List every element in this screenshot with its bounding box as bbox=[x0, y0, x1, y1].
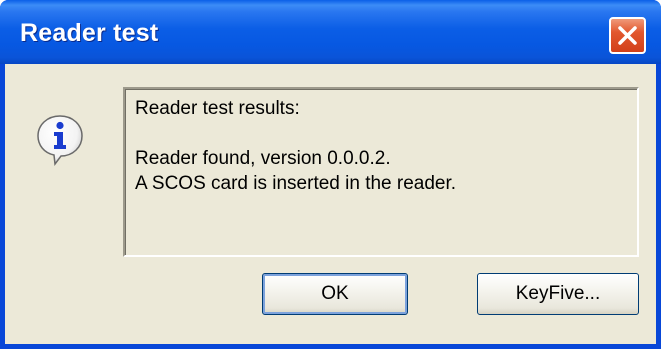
title-bar[interactable]: Reader test bbox=[0, 0, 661, 64]
dialog-body: Reader test results: Reader found, versi… bbox=[5, 64, 656, 344]
info-icon bbox=[37, 115, 83, 166]
close-icon bbox=[618, 26, 637, 45]
keyfive-button[interactable]: KeyFive... bbox=[477, 273, 639, 315]
close-button[interactable] bbox=[609, 17, 646, 54]
window-title: Reader test bbox=[20, 19, 159, 47]
dialog-window: Reader test Reader test results: Reader … bbox=[0, 0, 661, 349]
window-frame-bottom bbox=[0, 344, 661, 349]
window-frame-right bbox=[656, 64, 661, 349]
ok-button[interactable]: OK bbox=[262, 273, 408, 315]
results-message: Reader test results: Reader found, versi… bbox=[135, 98, 457, 194]
results-text-box: Reader test results: Reader found, versi… bbox=[123, 87, 639, 257]
